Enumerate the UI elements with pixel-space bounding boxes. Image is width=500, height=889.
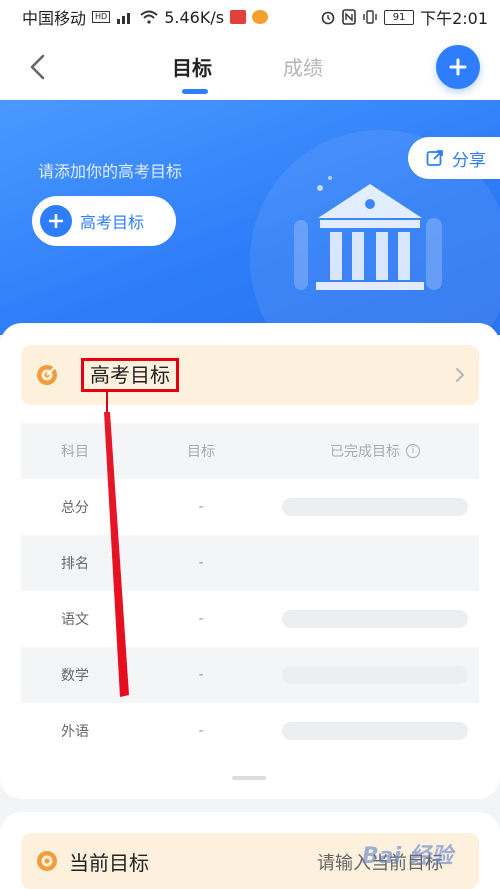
header-subject: 科目: [61, 444, 89, 460]
row-progress: [271, 722, 479, 740]
row-target: -: [198, 667, 204, 683]
back-button[interactable]: [20, 48, 54, 86]
goal-table: 科目 目标 已完成目标 i 总分 - 排名 - 语文 - 数学 - 外语 -: [21, 423, 479, 759]
network-speed: 5.46K/s: [164, 7, 225, 27]
row-target: -: [198, 555, 204, 571]
progress-bar: [282, 666, 468, 684]
row-progress: [271, 498, 479, 516]
table-row: 总分 -: [21, 479, 479, 535]
university-building-icon: [294, 176, 442, 290]
table-row: 语文 -: [21, 591, 479, 647]
row-subject: 排名: [61, 556, 89, 572]
expand-handle[interactable]: [232, 776, 266, 780]
progress-bar: [282, 610, 468, 628]
target-icon: [37, 365, 57, 385]
gaokao-goal-title: 高考目标: [81, 358, 179, 392]
target-icon: [37, 851, 57, 871]
table-row: 排名 -: [21, 535, 479, 591]
chevron-right-icon: [456, 368, 465, 382]
goal-banner: 请添加你的高考目标 高考目标 分享: [0, 100, 500, 335]
status-time: 下午2:01: [420, 9, 488, 28]
table-header: 科目 目标 已完成目标 i: [21, 423, 479, 479]
add-button[interactable]: [436, 45, 480, 89]
plus-icon: [449, 58, 467, 76]
goal-card: 高考目标 科目 目标 已完成目标 i 总分 - 排名 - 语文 - 数学 - 外…: [0, 323, 500, 799]
active-tab-indicator: [182, 89, 208, 94]
row-target: -: [198, 723, 204, 739]
row-progress: [271, 666, 479, 684]
status-left: 中国移动 HD 5.46K/s: [22, 5, 269, 29]
row-progress: [271, 610, 479, 628]
share-icon: [426, 150, 443, 166]
info-icon[interactable]: i: [406, 444, 420, 458]
row-subject: 语文: [61, 612, 89, 628]
status-bar: 中国移动 HD 5.46K/s 91 下午2:01: [0, 0, 500, 34]
vibrate-icon: [363, 10, 377, 24]
status-right: 91 下午2:01: [320, 5, 488, 29]
tab-goal[interactable]: 目标: [172, 52, 212, 81]
row-subject: 总分: [61, 500, 89, 516]
header-progress-label: 已完成目标: [330, 444, 400, 460]
progress-bar: [282, 498, 468, 516]
progress-bar: [282, 722, 468, 740]
row-subject: 数学: [61, 668, 89, 684]
header-progress: 已完成目标 i: [271, 441, 479, 461]
battery-icon: 91: [384, 9, 415, 25]
weibo-icon: [252, 10, 269, 24]
hd-badge: HD: [92, 11, 111, 23]
alarm-icon: [321, 11, 335, 25]
table-row: 数学 -: [21, 647, 479, 703]
add-goal-label: 高考目标: [80, 213, 145, 232]
header-target: 目标: [187, 444, 215, 460]
nav-bar: 目标 成绩: [0, 34, 500, 100]
gaokao-goal-row[interactable]: 高考目标: [21, 345, 479, 405]
tab-score[interactable]: 成绩: [283, 52, 323, 81]
banner-hint: 请添加你的高考目标: [38, 162, 183, 181]
add-goal-button[interactable]: 高考目标: [32, 196, 176, 246]
signal-icon: [117, 13, 131, 24]
nfc-icon: [342, 9, 356, 25]
table-row: 外语 -: [21, 703, 479, 759]
baidu-watermark: Bai 经验: [362, 844, 453, 869]
carrier-name: 中国移动: [22, 9, 87, 28]
row-target: -: [198, 611, 204, 627]
share-label: 分享: [452, 150, 486, 171]
wifi-icon: [140, 10, 158, 24]
plus-circle-icon: [40, 205, 72, 237]
row-subject: 外语: [61, 724, 89, 740]
row-target: -: [198, 499, 204, 515]
chevron-left-icon: [30, 54, 45, 80]
current-goal-title: 当前目标: [69, 851, 149, 875]
app-notification-icon: [230, 10, 247, 24]
